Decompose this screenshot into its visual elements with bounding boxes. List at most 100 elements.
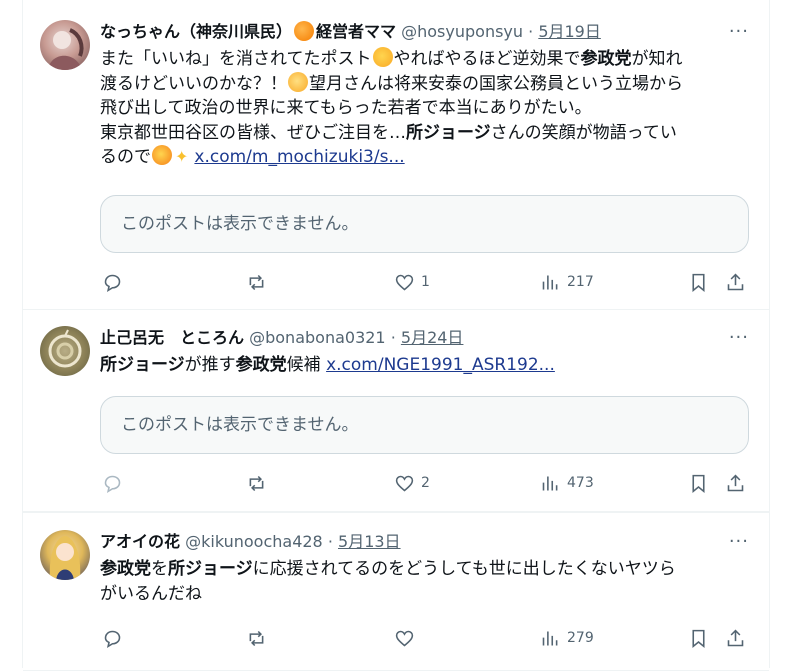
text-segment: やればやるほど逆効果で bbox=[393, 49, 581, 69]
user-handle[interactable]: @kikunoocha428 bbox=[185, 532, 323, 551]
tweet-content: 止己呂无 ところん @bonabona0321 · 5月24日 ··· 所ジョー… bbox=[100, 326, 749, 378]
user-handle[interactable]: @hosyuponsyu bbox=[401, 22, 523, 41]
avatar[interactable] bbox=[40, 20, 90, 70]
avatar[interactable] bbox=[40, 530, 90, 580]
text-segment: がいるんだね bbox=[100, 583, 202, 604]
tweet-link[interactable]: x.com/NGE1991_ASR192... bbox=[326, 355, 555, 375]
tweet-actions: 1 217 bbox=[100, 269, 749, 295]
text-segment: に応援されてるのをどうしても世に出したくないヤツら bbox=[252, 559, 676, 579]
bookmark-button[interactable] bbox=[688, 470, 709, 496]
view-count: 473 bbox=[567, 475, 594, 491]
tweet-header: アオイの花 @kikunoocha428 · 5月13日 ··· bbox=[100, 530, 749, 554]
thinking-face-emoji-icon bbox=[288, 71, 308, 92]
post-date[interactable]: 5月13日 bbox=[338, 532, 401, 551]
reply-button[interactable] bbox=[102, 470, 123, 496]
laughing-emoji-icon bbox=[152, 145, 172, 165]
tweet-header: なっちゃん（神奈川県民） 経営者ママ @hosyuponsyu · 5月19日 ·… bbox=[100, 20, 749, 44]
reply-icon bbox=[104, 630, 121, 648]
tweet-3[interactable]: アオイの花 @kikunoocha428 · 5月13日 ··· 参政党を所ジョ… bbox=[23, 511, 769, 671]
text-segment: 飛び出して政治の世界に来てもらった若者で本当にありがたい。 bbox=[100, 98, 592, 118]
heart-icon bbox=[395, 475, 414, 492]
repost-button[interactable] bbox=[246, 269, 267, 295]
display-name-suffix[interactable]: 経営者ママ bbox=[316, 22, 396, 41]
unavailable-quote-card[interactable]: このポストは表示できません。 bbox=[100, 195, 749, 253]
tweet-link[interactable]: x.com/m_mochizuki3/s... bbox=[194, 147, 404, 167]
highlight-keyword: 所ジョージ bbox=[406, 122, 491, 143]
repost-button[interactable] bbox=[246, 470, 267, 496]
highlight-keyword: 参政党 bbox=[235, 355, 287, 375]
tweet-content: アオイの花 @kikunoocha428 · 5月13日 ··· 参政党を所ジョ… bbox=[100, 530, 749, 606]
text-segment: さんの笑顔が物語ってい bbox=[490, 122, 677, 143]
repost-icon bbox=[249, 274, 264, 290]
text-segment: 東京都世田谷区の皆様、ぜひご注目を… bbox=[100, 122, 406, 143]
bookmark-button[interactable] bbox=[688, 269, 709, 295]
tweet-content: なっちゃん（神奈川県民） 経営者ママ @hosyuponsyu · 5月19日 ·… bbox=[100, 20, 749, 170]
like-count: 2 bbox=[421, 475, 430, 491]
avatar-image bbox=[49, 536, 81, 580]
orange-emoji-icon bbox=[294, 21, 315, 41]
highlight-keyword: 所ジョージ bbox=[168, 559, 253, 579]
text-segment: 候補 bbox=[286, 355, 327, 375]
tweet-text: 参政党を所ジョージに応援されてるのをどうしても世に出したくないヤツら がいるんだ… bbox=[100, 557, 749, 606]
tweet-2[interactable]: 止己呂无 ところん @bonabona0321 · 5月24日 ··· 所ジョー… bbox=[23, 309, 769, 512]
views-button[interactable]: 473 bbox=[540, 470, 594, 496]
post-date[interactable]: 5月24日 bbox=[401, 328, 464, 347]
unavailable-message: このポストは表示できません。 bbox=[121, 415, 359, 435]
tweet-text: 所ジョージが推す参政党候補 x.com/NGE1991_ASR192... bbox=[100, 353, 749, 378]
share-icon bbox=[727, 474, 744, 491]
bookmark-icon bbox=[692, 474, 705, 493]
highlight-keyword: 参政党 bbox=[100, 559, 151, 579]
share-button[interactable] bbox=[725, 625, 746, 651]
reply-icon bbox=[104, 274, 121, 292]
views-button[interactable]: 217 bbox=[540, 269, 594, 295]
unavailable-quote-card[interactable]: このポストは表示できません。 bbox=[100, 396, 749, 454]
text-segment: るので bbox=[100, 147, 151, 167]
bookmark-icon bbox=[692, 273, 705, 292]
heart-icon bbox=[395, 274, 414, 291]
repost-button[interactable] bbox=[246, 625, 267, 651]
views-chart-icon bbox=[542, 476, 558, 490]
views-chart-icon bbox=[542, 631, 558, 645]
display-name[interactable]: なっちゃん（神奈川県民） bbox=[100, 22, 292, 41]
view-count: 279 bbox=[567, 630, 594, 646]
text-segment: 望月さんは将来安泰の国家公務員という立場から bbox=[309, 73, 683, 94]
post-date[interactable]: 5月19日 bbox=[538, 22, 601, 41]
reply-button[interactable] bbox=[102, 269, 123, 295]
text-segment: が推す bbox=[184, 355, 236, 375]
more-options-icon[interactable]: ··· bbox=[729, 20, 749, 44]
user-handle[interactable]: @bonabona0321 bbox=[249, 328, 386, 347]
highlight-keyword: 参政党 bbox=[580, 49, 632, 69]
text-segment: 渡るけどいいのかな？！ bbox=[100, 73, 287, 94]
bookmark-icon bbox=[692, 629, 705, 648]
avatar-image bbox=[48, 329, 82, 368]
like-button[interactable]: 2 bbox=[394, 470, 430, 496]
reply-button[interactable] bbox=[102, 625, 123, 651]
views-chart-icon bbox=[542, 275, 558, 289]
repost-icon bbox=[249, 630, 264, 646]
bookmark-button[interactable] bbox=[688, 625, 709, 651]
separator: · bbox=[327, 532, 333, 551]
text-segment: また「いいね」を消されてたポスト bbox=[100, 49, 372, 69]
display-name[interactable]: アオイの花 bbox=[100, 532, 180, 551]
tweet-actions: 2 473 bbox=[100, 470, 749, 496]
more-options-icon[interactable]: ··· bbox=[729, 326, 749, 350]
more-options-icon[interactable]: ··· bbox=[729, 530, 749, 554]
share-icon bbox=[727, 273, 744, 290]
timeline-feed: なっちゃん（神奈川県民） 経営者ママ @hosyuponsyu · 5月19日 ·… bbox=[22, 0, 770, 671]
avatar[interactable] bbox=[40, 326, 90, 376]
share-button[interactable] bbox=[725, 269, 746, 295]
share-button[interactable] bbox=[725, 470, 746, 496]
like-button[interactable] bbox=[394, 625, 421, 651]
highlight-keyword: 所ジョージ bbox=[100, 355, 185, 375]
repost-icon bbox=[249, 475, 264, 491]
tweet-1[interactable]: なっちゃん（神奈川県民） 経営者ママ @hosyuponsyu · 5月19日 ·… bbox=[23, 0, 769, 310]
like-button[interactable]: 1 bbox=[394, 269, 430, 295]
display-name[interactable]: 止己呂无 ところん bbox=[100, 328, 244, 347]
grinning-sweat-emoji-icon bbox=[372, 47, 393, 67]
heart-icon bbox=[395, 630, 414, 647]
text-segment: が知れ bbox=[631, 49, 683, 69]
tweet-actions: 279 bbox=[100, 625, 749, 651]
tweet-header: 止己呂无 ところん @bonabona0321 · 5月24日 ··· bbox=[100, 326, 749, 350]
views-button[interactable]: 279 bbox=[540, 625, 594, 651]
text-segment: を bbox=[151, 559, 168, 579]
